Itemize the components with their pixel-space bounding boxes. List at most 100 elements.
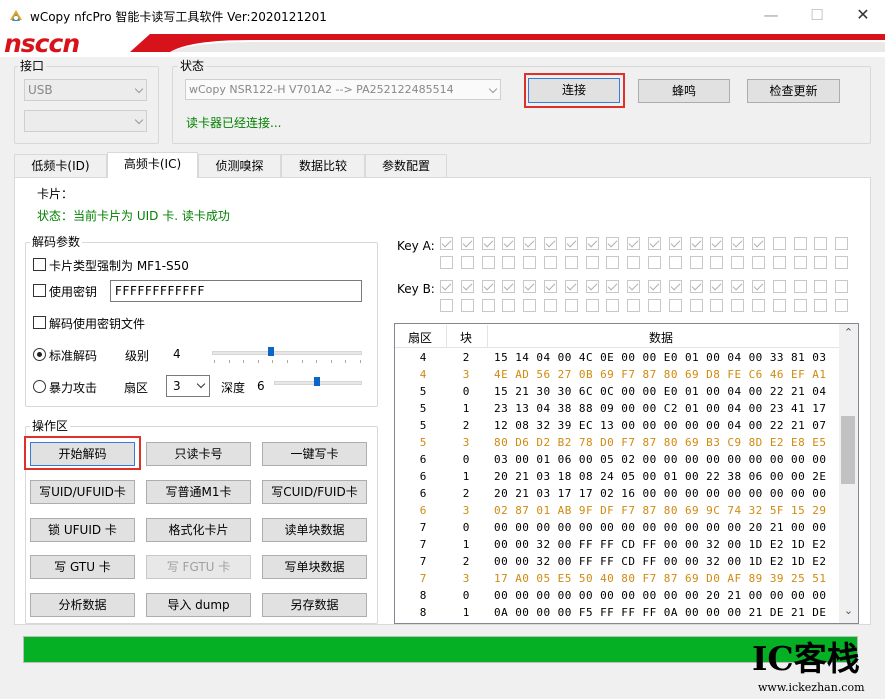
key-a-checkbox[interactable]: [710, 256, 724, 269]
tab-low-freq[interactable]: 低频卡(ID): [14, 154, 107, 177]
key-b-checkbox[interactable]: [710, 280, 724, 293]
table-row[interactable]: 7 0 00 00 00 00 00 00 00 00 00 00 00 00 20…: [395, 519, 841, 536]
key-b-checkbox[interactable]: [835, 280, 849, 293]
force-mf1-checkbox[interactable]: [33, 258, 46, 271]
key-a-checkbox[interactable]: [689, 237, 703, 250]
key-a-checkbox[interactable]: [585, 256, 599, 269]
key-b-checkbox[interactable]: [772, 280, 786, 293]
op-button[interactable]: 导入 dump: [146, 593, 251, 617]
key-a-checkbox[interactable]: [814, 256, 828, 269]
key-b-checkbox[interactable]: [689, 280, 703, 293]
key-b-checkbox[interactable]: [564, 299, 578, 312]
key-a-checkbox[interactable]: [835, 256, 849, 269]
key-b-checkbox[interactable]: [793, 299, 807, 312]
key-b-checkbox[interactable]: [814, 299, 828, 312]
table-row[interactable]: 7 2 00 00 32 00 FF FF CD FF 00 00 32 00 1D…: [395, 553, 841, 570]
key-a-checkbox[interactable]: [564, 256, 578, 269]
key-a-checkbox[interactable]: [752, 237, 765, 250]
key-b-checkbox[interactable]: [440, 299, 453, 312]
key-a-checkbox[interactable]: [481, 237, 495, 250]
scroll-down-arrow-icon[interactable]: ⌄: [839, 604, 858, 617]
op-button[interactable]: 写UID/UFUID卡: [30, 480, 135, 504]
level-slider[interactable]: [212, 351, 362, 355]
key-a-checkbox[interactable]: [460, 256, 474, 269]
key-b-checkbox[interactable]: [585, 280, 599, 293]
key-b-checkbox[interactable]: [544, 280, 557, 293]
table-row[interactable]: 5 3 80 D6 D2 B2 78 D0 F7 87 80 69 B3 C9 8D…: [395, 434, 841, 451]
tab-high-freq[interactable]: 高频卡(IC): [107, 152, 198, 178]
key-b-checkbox[interactable]: [689, 299, 703, 312]
key-a-checkbox[interactable]: [648, 256, 661, 269]
key-a-checkbox[interactable]: [523, 256, 537, 269]
key-b-checkbox[interactable]: [585, 299, 599, 312]
key-a-checkbox[interactable]: [648, 237, 661, 250]
key-b-checkbox[interactable]: [668, 280, 682, 293]
key-a-checkbox[interactable]: [585, 237, 599, 250]
key-a-checkbox[interactable]: [544, 256, 557, 269]
key-a-checkbox[interactable]: [793, 237, 807, 250]
table-row[interactable]: 6 0 03 00 01 06 00 05 02 00 00 00 00 00 00…: [395, 451, 841, 468]
key-a-checkbox[interactable]: [835, 237, 849, 250]
key-b-checkbox[interactable]: [627, 299, 641, 312]
reader-select[interactable]: wCopy NSR122-H V701A2 --> PA252122485514: [185, 79, 501, 100]
sector-select[interactable]: 3: [166, 375, 210, 397]
key-a-checkbox[interactable]: [460, 237, 474, 250]
key-a-checkbox[interactable]: [523, 237, 537, 250]
key-b-checkbox[interactable]: [523, 280, 537, 293]
key-a-checkbox[interactable]: [731, 237, 745, 250]
key-b-checkbox[interactable]: [481, 280, 495, 293]
table-row[interactable]: 5 2 12 08 32 39 EC 13 00 00 00 00 00 04 00…: [395, 417, 841, 434]
key-a-checkbox[interactable]: [731, 256, 745, 269]
scroll-up-arrow-icon[interactable]: ⌃: [839, 326, 858, 339]
tab-sniff[interactable]: 侦测嗅探: [198, 154, 281, 177]
key-b-checkbox[interactable]: [460, 280, 474, 293]
key-a-checkbox[interactable]: [772, 237, 786, 250]
key-a-checkbox[interactable]: [772, 256, 786, 269]
table-row[interactable]: 6 2 20 21 03 17 17 02 16 00 00 00 00 00 00…: [395, 485, 841, 502]
key-b-checkbox[interactable]: [835, 299, 849, 312]
port-sub-select[interactable]: [24, 110, 147, 132]
key-b-checkbox[interactable]: [814, 280, 828, 293]
key-b-checkbox[interactable]: [606, 280, 620, 293]
key-a-checkbox[interactable]: [814, 237, 828, 250]
key-b-checkbox[interactable]: [668, 299, 682, 312]
key-b-checkbox[interactable]: [648, 280, 661, 293]
connect-button[interactable]: 连接: [528, 78, 620, 103]
use-key-file-checkbox[interactable]: [33, 316, 46, 329]
key-a-checkbox[interactable]: [606, 256, 620, 269]
key-input[interactable]: FFFFFFFFFFFF: [110, 280, 362, 302]
table-row[interactable]: 6 1 20 21 03 18 08 24 05 00 01 00 22 38 06…: [395, 468, 841, 485]
op-button[interactable]: 另存数据: [262, 593, 367, 617]
scrollbar-thumb[interactable]: [841, 416, 855, 484]
op-button[interactable]: 读单块数据: [262, 518, 367, 542]
key-b-checkbox[interactable]: [502, 299, 516, 312]
table-row[interactable]: 6 3 02 87 01 AB 9F DF F7 87 80 69 9C 74 32…: [395, 502, 841, 519]
table-row[interactable]: 8 1 0A 00 00 00 F5 FF FF FF 0A 00 00 00 21…: [395, 604, 841, 621]
key-a-checkbox[interactable]: [502, 256, 516, 269]
key-b-checkbox[interactable]: [731, 299, 745, 312]
tab-compare[interactable]: 数据比较: [281, 154, 365, 177]
key-a-checkbox[interactable]: [440, 237, 453, 250]
tab-config[interactable]: 参数配置: [365, 154, 447, 177]
key-b-checkbox[interactable]: [731, 280, 745, 293]
depth-slider-thumb[interactable]: [314, 377, 320, 386]
op-button[interactable]: 写CUID/FUID卡: [262, 480, 367, 504]
maximize-button[interactable]: ☐: [794, 0, 840, 31]
key-b-checkbox[interactable]: [772, 299, 786, 312]
key-a-checkbox[interactable]: [606, 237, 620, 250]
key-a-checkbox[interactable]: [502, 237, 516, 250]
check-update-button[interactable]: 检查更新: [747, 79, 840, 103]
op-button[interactable]: 锁 UFUID 卡: [30, 518, 135, 542]
op-button[interactable]: 开始解码: [30, 442, 135, 466]
port-select[interactable]: USB: [24, 79, 147, 101]
beep-button[interactable]: 蜂鸣: [638, 79, 730, 103]
op-button[interactable]: 写单块数据: [262, 555, 367, 579]
key-b-checkbox[interactable]: [440, 280, 453, 293]
table-row[interactable]: 8 0 00 00 00 00 00 00 00 00 00 00 20 21 00…: [395, 587, 841, 604]
key-a-checkbox[interactable]: [544, 237, 557, 250]
key-a-checkbox[interactable]: [752, 256, 765, 269]
sector-data-table[interactable]: 扇区 块 数据 4 2 15 14 04 00 4C 0E 00 00 E0 01 …: [394, 323, 859, 624]
op-button[interactable]: 分析数据: [30, 593, 135, 617]
table-row[interactable]: 7 3 17 A0 05 E5 50 40 80 F7 87 69 D0 AF 89…: [395, 570, 841, 587]
key-b-checkbox[interactable]: [606, 299, 620, 312]
